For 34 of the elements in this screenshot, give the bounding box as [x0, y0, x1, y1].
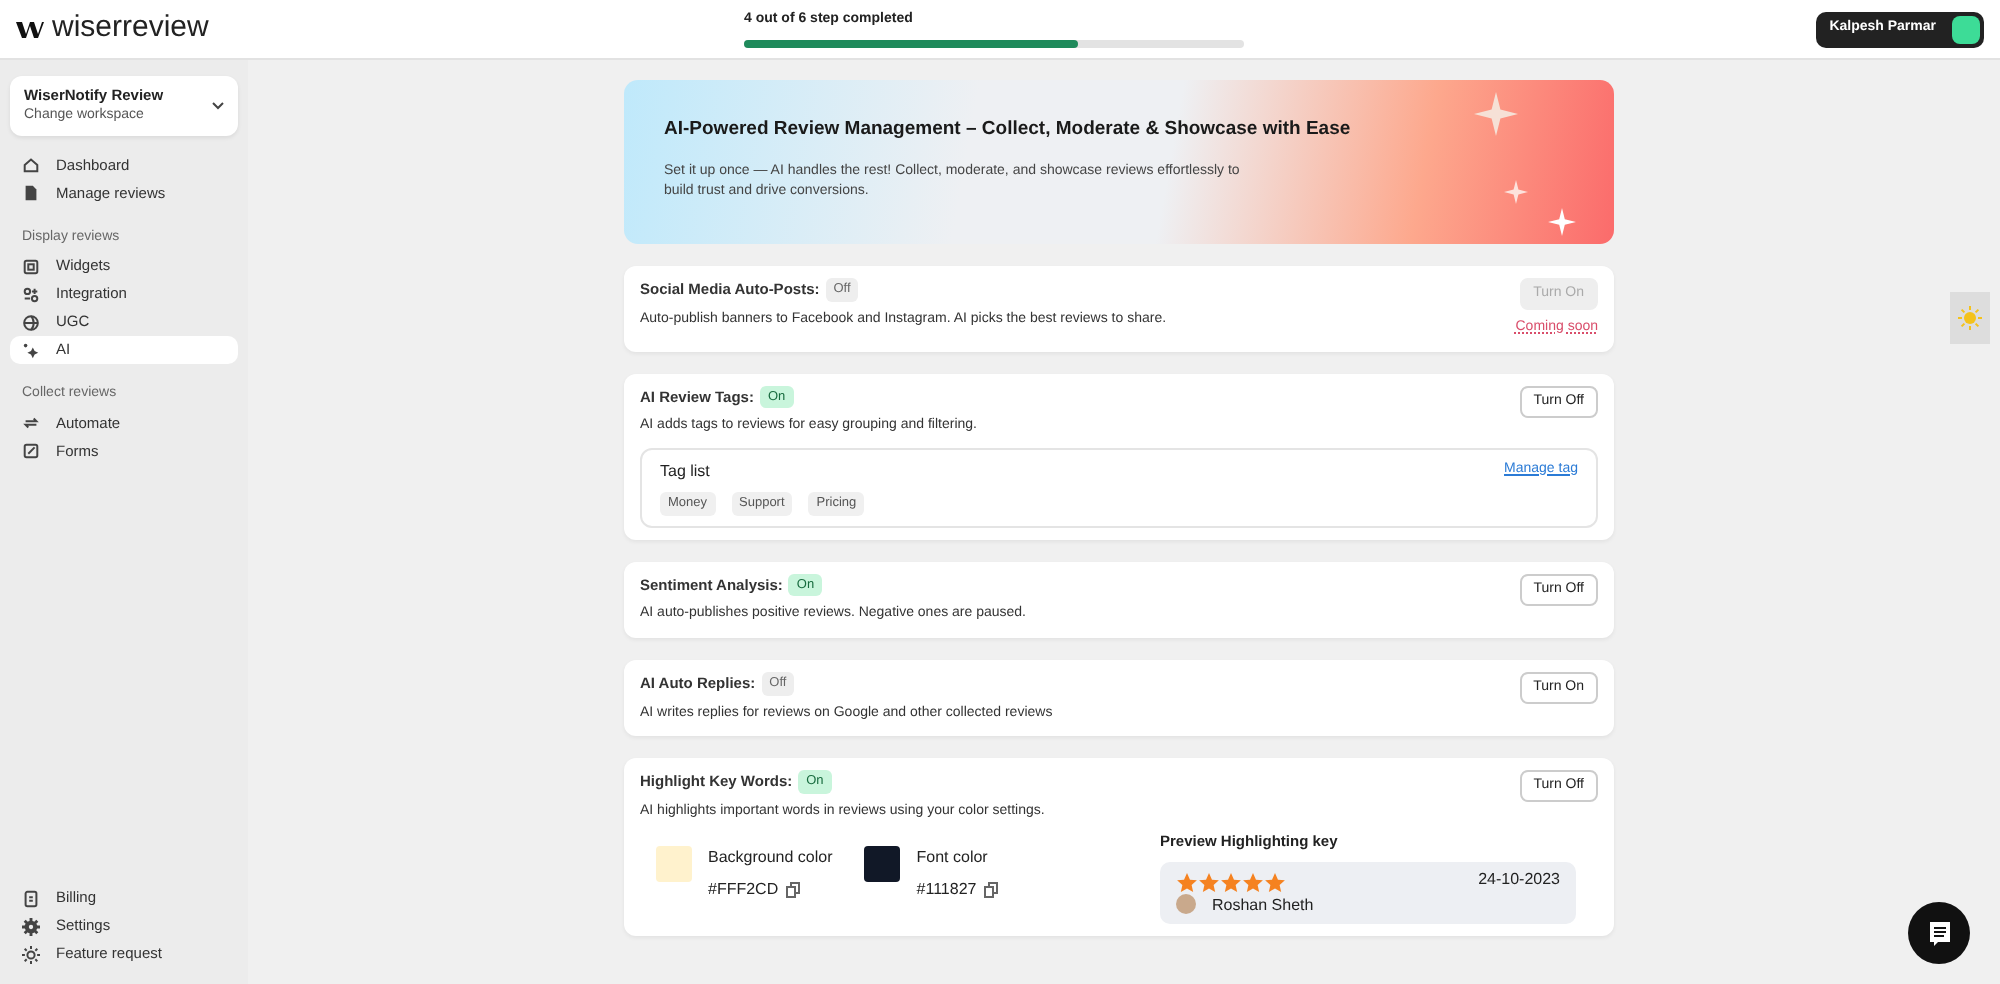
sparkle-icon: [1474, 92, 1518, 136]
sun-icon: [1958, 306, 1982, 330]
panel-title: Tag list: [660, 459, 712, 484]
color-value: #FFF2CD: [708, 878, 779, 903]
integration-icon: [22, 285, 40, 304]
chat-button[interactable]: [1908, 902, 1970, 964]
widget-icon: [22, 257, 40, 276]
color-label: Background color: [708, 846, 833, 871]
repeat-icon: [22, 414, 40, 433]
form-icon: [22, 442, 40, 461]
document-icon: [22, 184, 40, 203]
banner-title: AI-Powered Review Management – Collect, Moderate & Showcase with Ease: [664, 116, 1353, 144]
review-date: 24-10-2023: [1478, 868, 1560, 893]
color-label: Font color: [916, 846, 990, 871]
sparkle-icon: [1504, 180, 1528, 204]
logo-icon: [16, 19, 44, 39]
avatar-icon: [1952, 15, 1980, 43]
avatar-icon: [1176, 893, 1196, 918]
globe-icon: [22, 313, 40, 332]
color-swatch[interactable]: [864, 846, 901, 883]
color-swatch[interactable]: [656, 846, 692, 883]
brand-name: wiserreview: [52, 8, 209, 49]
copy-icon[interactable]: [984, 878, 999, 903]
sun-icon: [22, 945, 40, 963]
copy-icon[interactable]: [786, 878, 801, 903]
settings-icon: [22, 917, 40, 935]
sparkle-icon: [22, 341, 40, 360]
receipt-icon: [22, 889, 40, 907]
sparkle-icon: [1548, 208, 1576, 236]
reviewer-name: Roshan Sheth: [1212, 893, 1314, 918]
document-icon: [1927, 919, 1951, 947]
chevron-down-icon: [212, 101, 224, 110]
home-icon: [22, 156, 40, 175]
color-value: #111827: [916, 878, 977, 903]
